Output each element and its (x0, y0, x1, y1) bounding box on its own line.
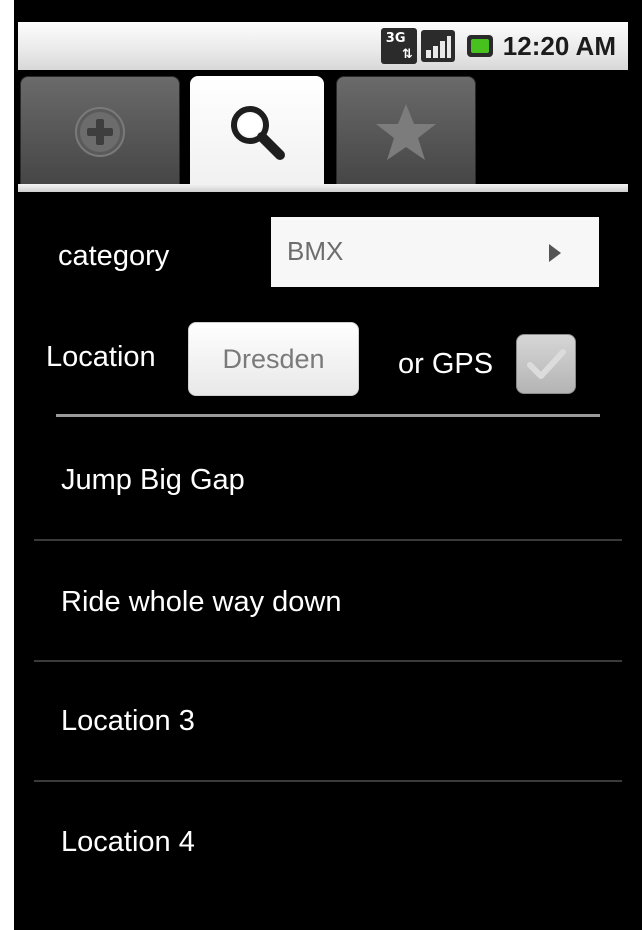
location-label: Location (46, 341, 156, 373)
form-divider (56, 414, 600, 417)
list-item-label: Ride whole way down (61, 586, 342, 618)
category-label: category (58, 240, 170, 272)
tab-favorites[interactable] (336, 76, 476, 188)
location-input[interactable]: Dresden (188, 322, 359, 396)
list-item[interactable]: Location 3 (34, 660, 622, 780)
gps-label: or GPS (398, 348, 494, 380)
gps-checkbox[interactable] (516, 334, 576, 394)
add-circle-icon (75, 107, 125, 157)
spinner-arrow-icon (549, 244, 561, 262)
check-icon (527, 349, 566, 379)
category-value: BMX (287, 236, 344, 266)
tab-underline (18, 184, 628, 192)
category-spinner[interactable]: BMX (271, 217, 599, 287)
list-item-label: Location 3 (61, 705, 195, 737)
star-icon (376, 104, 436, 160)
tab-bar (18, 70, 628, 194)
signal-strength-icon (420, 30, 455, 62)
search-icon (231, 106, 285, 160)
battery-icon (466, 35, 493, 57)
tab-add[interactable] (20, 76, 180, 188)
status-time: 12:20 AM (502, 30, 616, 61)
3g-network-icon: 3G ⇅ (380, 28, 417, 64)
list-item-label: Location 4 (61, 826, 195, 858)
tab-search[interactable] (190, 76, 324, 192)
list-item[interactable]: Ride whole way down (34, 541, 622, 661)
status-icons: 3G ⇅ 12:20 AM (380, 22, 628, 70)
list-item[interactable]: Location 4 (34, 781, 622, 901)
status-bar: 3G ⇅ 12:20 AM (18, 22, 628, 70)
list-item[interactable]: Jump Big Gap (34, 419, 622, 539)
list-item-label: Jump Big Gap (61, 464, 245, 496)
